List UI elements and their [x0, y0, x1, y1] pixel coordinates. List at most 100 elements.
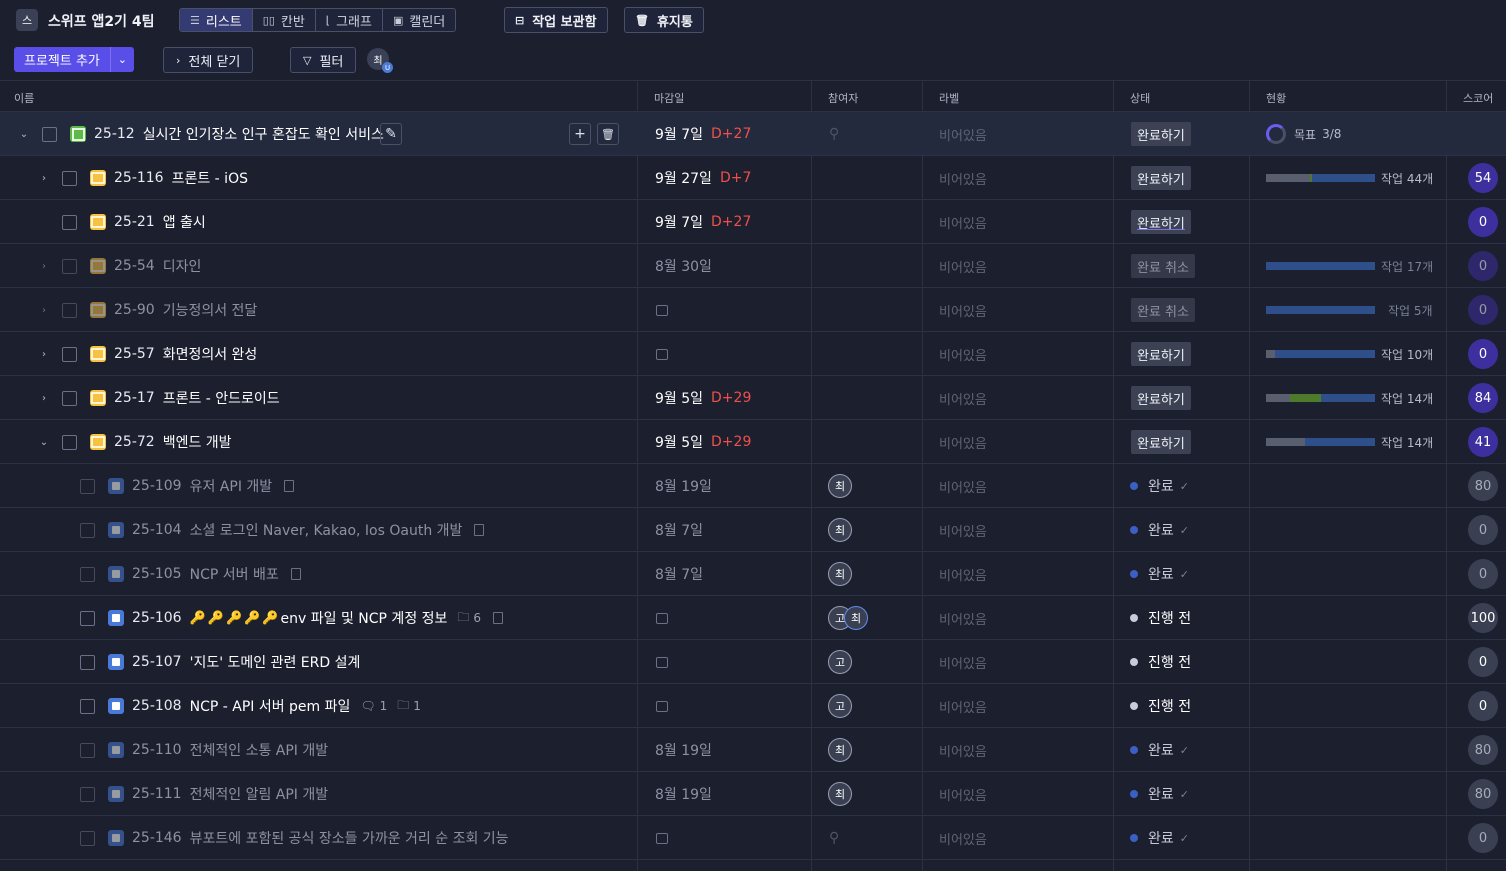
label-empty[interactable]: 비어있음: [939, 785, 987, 804]
due-date[interactable]: 9월 5일: [655, 388, 703, 408]
tab-graph[interactable]: ⌊ 그래프: [315, 9, 383, 31]
chevron-right-icon[interactable]: ›: [37, 393, 51, 404]
add-person-icon[interactable]: ⚲: [829, 126, 839, 142]
tab-kanban[interactable]: ▯▯ 칸반: [252, 9, 316, 31]
label-empty[interactable]: 비어있음: [939, 433, 987, 452]
table-row[interactable]: 25-106 🔑 🔑 🔑 🔑 🔑 env 파일 및 NCP 계정 정보 🗀 6 …: [0, 596, 1506, 640]
add-project-label[interactable]: 프로젝트 추가: [14, 47, 110, 72]
label-empty[interactable]: 비어있음: [939, 345, 987, 364]
add-project-button[interactable]: 프로젝트 추가 ⌄: [14, 47, 134, 72]
task-title[interactable]: 프론트 - 안드로이드: [163, 388, 280, 408]
status-text[interactable]: 완료: [1148, 476, 1174, 496]
avatar[interactable]: 고: [828, 650, 852, 674]
undo-complete-button[interactable]: 완료 취소: [1131, 298, 1195, 322]
task-title[interactable]: 전체적인 알림 API 개발: [190, 784, 329, 804]
table-row[interactable]: 25-109 유저 API 개발 8월 19일 최 비어있음 완료 ✓ 80: [0, 464, 1506, 508]
task-title[interactable]: 유저 API 개발: [190, 476, 273, 496]
col-progress[interactable]: 현황: [1266, 90, 1286, 106]
row-checkbox[interactable]: [80, 698, 95, 714]
label-empty[interactable]: 비어있음: [939, 389, 987, 408]
table-row[interactable]: ⌄ 25-12 실시간 인기장소 인구 혼잡도 확인 서비스 ✎ + 🗑 9월 …: [0, 112, 1506, 156]
row-checkbox[interactable]: [80, 654, 95, 670]
tab-calendar[interactable]: ▣ 캘린더: [382, 9, 456, 31]
complete-button[interactable]: 완료하기: [1131, 210, 1191, 234]
edit-icon[interactable]: ✎: [380, 123, 402, 145]
row-checkbox[interactable]: [42, 126, 57, 142]
avatar[interactable]: 최: [844, 606, 868, 630]
due-date[interactable]: 9월 5일: [655, 432, 703, 452]
due-date[interactable]: 8월 7일: [655, 520, 703, 540]
task-title[interactable]: env 파일 및 NCP 계정 정보: [281, 608, 448, 628]
table-row[interactable]: 25-108 NCP - API 서버 pem 파일 🗨 1 🗀 1 고 비어있…: [0, 684, 1506, 728]
calendar-icon[interactable]: [656, 304, 668, 316]
add-person-icon[interactable]: ⚲: [829, 830, 839, 846]
task-title[interactable]: 실시간 인기장소 인구 혼잡도 확인 서비스: [143, 124, 384, 144]
due-date[interactable]: 8월 19일: [655, 740, 712, 760]
col-due[interactable]: 마감일: [654, 90, 684, 106]
label-empty[interactable]: 비어있음: [939, 521, 987, 540]
due-date[interactable]: 8월 19일: [655, 784, 712, 804]
complete-button[interactable]: 완료하기: [1131, 386, 1191, 410]
table-row[interactable]: 25-111 전체적인 알림 API 개발 8월 19일 최 비어있음 완료 ✓…: [0, 772, 1506, 816]
label-empty[interactable]: 비어있음: [939, 125, 987, 144]
due-date[interactable]: 9월 27일: [655, 168, 712, 188]
label-empty[interactable]: 비어있음: [939, 653, 987, 672]
row-checkbox[interactable]: [80, 610, 95, 626]
chevron-right-icon[interactable]: ›: [37, 261, 51, 272]
complete-button[interactable]: 완료하기: [1131, 342, 1191, 366]
label-empty[interactable]: 비어있음: [939, 169, 987, 188]
status-text[interactable]: 진행 전: [1148, 696, 1191, 716]
avatar[interactable]: 최: [828, 474, 852, 498]
table-row[interactable]: 25-105 NCP 서버 배포 8월 7일 최 비어있음 완료 ✓ 0: [0, 552, 1506, 596]
team-logo[interactable]: 스: [16, 9, 38, 31]
chevron-right-icon[interactable]: ›: [37, 173, 51, 184]
status-text[interactable]: 완료: [1148, 784, 1174, 804]
table-row[interactable]: ⌄ 25-72 백엔드 개발 9월 5일 D+29 비어있음 완료하기 작업 1…: [0, 420, 1506, 464]
calendar-icon[interactable]: [656, 612, 668, 624]
avatar[interactable]: 고: [828, 694, 852, 718]
task-title[interactable]: 화면정의서 완성: [163, 344, 258, 364]
task-title[interactable]: 기능정의서 전달: [163, 300, 258, 320]
due-date[interactable]: 8월 7일: [655, 564, 703, 584]
task-title[interactable]: 앱 출시: [163, 212, 206, 232]
complete-button[interactable]: 완료하기: [1131, 166, 1191, 190]
task-title[interactable]: NCP 서버 배포: [190, 564, 279, 584]
row-checkbox[interactable]: [62, 170, 77, 186]
task-title[interactable]: 소셜 로그인 Naver, Kakao, Ios Oauth 개발: [190, 520, 463, 540]
label-empty[interactable]: 비어있음: [939, 213, 987, 232]
chevron-down-icon[interactable]: ⌄: [109, 47, 134, 72]
status-text[interactable]: 진행 전: [1148, 652, 1191, 672]
label-empty[interactable]: 비어있음: [939, 477, 987, 496]
calendar-icon[interactable]: [656, 348, 668, 360]
table-row[interactable]: › 25-17 프론트 - 안드로이드 9월 5일 D+29 비어있음 완료하기…: [0, 376, 1506, 420]
trash-icon[interactable]: 🗑: [597, 123, 619, 145]
complete-button[interactable]: 완료하기: [1131, 430, 1191, 454]
table-row[interactable]: 25-110 전체적인 소통 API 개발 8월 19일 최 비어있음 완료 ✓…: [0, 728, 1506, 772]
calendar-icon[interactable]: [656, 700, 668, 712]
status-text[interactable]: 완료: [1148, 740, 1174, 760]
row-checkbox[interactable]: [80, 522, 95, 538]
avatar[interactable]: 최: [828, 562, 852, 586]
label-empty[interactable]: 비어있음: [939, 565, 987, 584]
add-icon[interactable]: +: [569, 123, 591, 145]
col-name[interactable]: 이름: [14, 90, 34, 106]
label-empty[interactable]: 비어있음: [939, 609, 987, 628]
row-checkbox[interactable]: [62, 214, 77, 230]
label-empty[interactable]: 비어있음: [939, 301, 987, 320]
undo-complete-button[interactable]: 완료 취소: [1131, 254, 1195, 278]
collapse-all-button[interactable]: › 전체 닫기: [163, 47, 254, 73]
row-checkbox[interactable]: [80, 478, 95, 494]
table-row[interactable]: 25-107 '지도' 도메인 관련 ERD 설계 고 비어있음 진행 전 0: [0, 640, 1506, 684]
task-title[interactable]: 디자인: [163, 256, 202, 276]
task-title[interactable]: 백엔드 개발: [163, 432, 232, 452]
table-row[interactable]: 25-21 앱 출시 9월 7일 D+27 비어있음 완료하기 0: [0, 200, 1506, 244]
trash-button[interactable]: 🗑 휴지통: [624, 7, 704, 33]
row-checkbox[interactable]: [80, 742, 95, 758]
due-date[interactable]: 8월 19일: [655, 476, 712, 496]
calendar-icon[interactable]: [656, 832, 668, 844]
chevron-right-icon[interactable]: ›: [37, 349, 51, 360]
archive-button[interactable]: ⊟ 작업 보관함: [504, 7, 608, 33]
complete-button[interactable]: 완료하기: [1131, 122, 1191, 146]
due-date[interactable]: 9월 7일: [655, 212, 703, 232]
row-checkbox[interactable]: [80, 566, 95, 582]
